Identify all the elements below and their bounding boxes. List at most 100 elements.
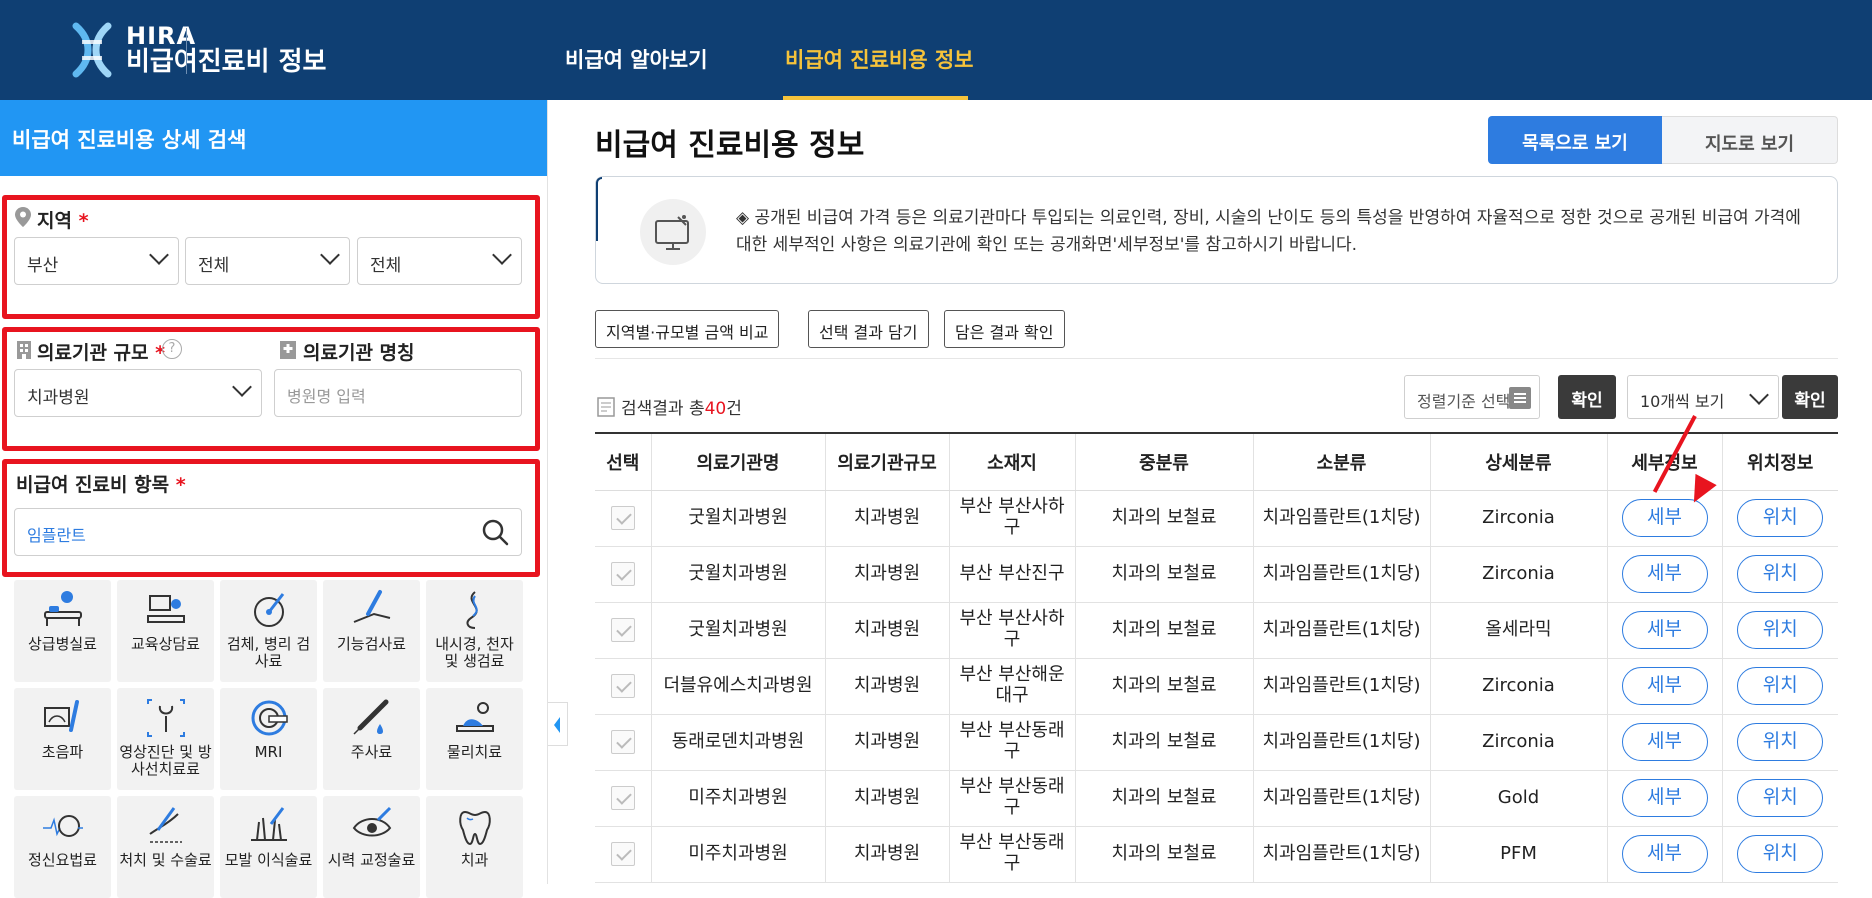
col-location: 소재지 bbox=[948, 432, 1075, 491]
category-label: 영상진단 및 방사선치료료 bbox=[119, 743, 212, 779]
row-checkbox[interactable] bbox=[610, 562, 635, 586]
table-row: 미주치과병원 치과병원 부산 부산동래구 치과의 보철료 치과임플란트(1치당) PFM 세… bbox=[595, 826, 1838, 883]
page-size-select[interactable]: 10개씩 보기 bbox=[1627, 375, 1779, 419]
location-button[interactable]: 위치 bbox=[1737, 555, 1824, 593]
help-icon[interactable]: ? bbox=[162, 339, 182, 359]
cost-item-search-input[interactable]: 임플란트 bbox=[14, 508, 522, 556]
category-label: 정신요법료 bbox=[27, 851, 97, 869]
region-box: 지역 * 부산 전체 전체 bbox=[2, 195, 540, 319]
nav-cost-info[interactable]: 비급여 진료비용 정보 bbox=[785, 44, 974, 74]
col-sub-category: 소분류 bbox=[1252, 432, 1430, 491]
category-counseling[interactable]: 교육상담료 bbox=[117, 580, 214, 682]
location-button[interactable]: 위치 bbox=[1737, 779, 1824, 817]
detail-button[interactable]: 세부 bbox=[1621, 667, 1708, 705]
cell-location-action: 위치 bbox=[1721, 658, 1838, 715]
hira-logo[interactable]: HIRA 비급여진료비 정보 bbox=[70, 22, 326, 78]
category-surgery[interactable]: 처치 및 수술료 bbox=[117, 796, 214, 898]
cell-detail-category: Zirconia bbox=[1429, 658, 1607, 715]
cost-item-box: 비급여 진료비 항목 * 임플란트 bbox=[2, 459, 540, 577]
ultrasound-icon bbox=[41, 696, 85, 740]
col-select: 선택 bbox=[595, 432, 651, 491]
category-endoscope[interactable]: 내시경, 천자 및 생검료 bbox=[426, 580, 523, 682]
mri-icon bbox=[247, 696, 291, 740]
surgery-icon bbox=[144, 804, 188, 848]
page-size-confirm-button[interactable]: 확인 bbox=[1782, 375, 1838, 419]
location-button[interactable]: 위치 bbox=[1737, 723, 1824, 761]
location-button[interactable]: 위치 bbox=[1737, 667, 1824, 705]
category-mri[interactable]: MRI bbox=[220, 688, 317, 790]
category-xray[interactable]: 영상진단 및 방사선치료료 bbox=[117, 688, 214, 790]
nav-about-noncovered[interactable]: 비급여 알아보기 bbox=[565, 44, 708, 74]
row-checkbox[interactable] bbox=[610, 730, 635, 754]
row-checkbox[interactable] bbox=[610, 506, 635, 530]
region-select-province[interactable]: 부산 bbox=[14, 237, 179, 285]
cell-sub-category: 치과임플란트(1치당) bbox=[1252, 658, 1430, 715]
detail-button[interactable]: 세부 bbox=[1621, 779, 1708, 817]
location-button[interactable]: 위치 bbox=[1737, 835, 1824, 873]
cell-location-action: 위치 bbox=[1721, 770, 1838, 827]
row-checkbox[interactable] bbox=[610, 618, 635, 642]
location-button[interactable]: 위치 bbox=[1737, 611, 1824, 649]
chevron-down-icon bbox=[320, 245, 340, 265]
location-button[interactable]: 위치 bbox=[1737, 499, 1824, 537]
category-vision-correction[interactable]: 시력 교정술료 bbox=[323, 796, 420, 898]
category-hospital-bed[interactable]: 상급병실료 bbox=[14, 580, 111, 682]
row-checkbox[interactable] bbox=[610, 842, 635, 866]
row-checkbox[interactable] bbox=[610, 786, 635, 810]
region-label: 지역 * bbox=[37, 206, 89, 233]
sort-confirm-button[interactable]: 확인 bbox=[1558, 375, 1616, 419]
category-label: 시력 교정술료 bbox=[327, 851, 416, 869]
detail-button[interactable]: 세부 bbox=[1621, 499, 1708, 537]
category-ultrasound[interactable]: 초음파 bbox=[14, 688, 111, 790]
cell-name: 굿윌치과병원 bbox=[650, 490, 825, 547]
region-select-district[interactable]: 전체 bbox=[357, 237, 522, 285]
cell-mid-category: 치과의 보철료 bbox=[1074, 602, 1253, 659]
category-function-test[interactable]: 기능검사료 bbox=[323, 580, 420, 682]
chevron-down-icon bbox=[149, 245, 169, 265]
region-city-value: 전체 bbox=[198, 256, 230, 276]
institution-name-label: 의료기관 명칭 bbox=[303, 342, 415, 364]
map-view-button[interactable]: 지도로 보기 bbox=[1662, 116, 1838, 164]
search-icon[interactable] bbox=[481, 518, 509, 550]
category-specimen[interactable]: 검체, 병리 검사료 bbox=[220, 580, 317, 682]
notice-box: ◈ 공개된 비급여 가격 등은 의료기관마다 투입되는 의료인력, 장비, 시술… bbox=[595, 176, 1838, 284]
institution-box: 의료기관 규모 * ? 의료기관 명칭 치과병원 병원명 입력 bbox=[2, 327, 540, 451]
save-selection-button[interactable]: 선택 결과 담기 bbox=[808, 310, 929, 348]
cell-name: 미주치과병원 bbox=[650, 826, 825, 883]
category-psychotherapy[interactable]: 정신요법료 bbox=[14, 796, 111, 898]
row-checkbox-cell bbox=[595, 714, 651, 771]
result-number: 40 bbox=[704, 399, 727, 419]
detail-button[interactable]: 세부 bbox=[1621, 835, 1708, 873]
institution-name-input[interactable]: 병원명 입력 bbox=[274, 369, 522, 417]
cell-location: 부산 부산동래구 bbox=[948, 714, 1075, 771]
category-physical-therapy[interactable]: 물리치료 bbox=[426, 688, 523, 790]
category-label: 검체, 병리 검사료 bbox=[226, 635, 311, 671]
hair-icon bbox=[247, 804, 291, 848]
detail-button[interactable]: 세부 bbox=[1621, 723, 1708, 761]
view-saved-button[interactable]: 담은 결과 확인 bbox=[944, 310, 1065, 348]
region-select-city[interactable]: 전체 bbox=[185, 237, 350, 285]
cell-detail-category: 올세라믹 bbox=[1429, 602, 1607, 659]
row-checkbox-cell bbox=[595, 770, 651, 827]
scale-label-text: 의료기관 규모 bbox=[37, 342, 149, 364]
scale-select[interactable]: 치과병원 bbox=[14, 369, 262, 417]
sidebar-collapse-button[interactable] bbox=[548, 702, 568, 746]
category-dental[interactable]: 치과 bbox=[426, 796, 523, 898]
detail-button[interactable]: 세부 bbox=[1621, 555, 1708, 593]
table-row: 굿윌치과병원 치과병원 부산 부산진구 치과의 보철료 치과임플란트(1치당) Zirco… bbox=[595, 546, 1838, 603]
row-checkbox[interactable] bbox=[610, 674, 635, 698]
sort-select[interactable]: 정렬기준 선택 bbox=[1404, 375, 1540, 419]
hira-logo-icon bbox=[70, 22, 114, 78]
cell-sub-category: 치과임플란트(1치당) bbox=[1252, 770, 1430, 827]
cell-location-action: 위치 bbox=[1721, 714, 1838, 771]
endoscope-icon bbox=[453, 588, 497, 632]
category-hair-transplant[interactable]: 모발 이식술료 bbox=[220, 796, 317, 898]
detail-button[interactable]: 세부 bbox=[1621, 611, 1708, 649]
cell-sub-category: 치과임플란트(1치당) bbox=[1252, 714, 1430, 771]
cell-detail-action: 세부 bbox=[1606, 770, 1722, 827]
list-view-button[interactable]: 목록으로 보기 bbox=[1488, 116, 1662, 164]
row-checkbox-cell bbox=[595, 546, 651, 603]
category-injection[interactable]: 주사료 bbox=[323, 688, 420, 790]
col-location-info: 위치정보 bbox=[1721, 432, 1838, 491]
compare-region-scale-button[interactable]: 지역별·규모별 금액 비교 bbox=[595, 310, 780, 348]
